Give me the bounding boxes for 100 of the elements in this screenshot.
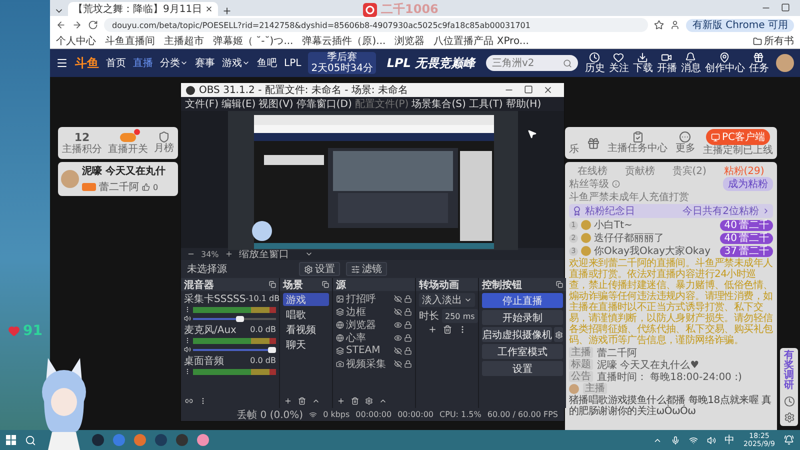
maximize-icon[interactable] (524, 85, 533, 94)
eye-off-icon[interactable] (394, 294, 402, 302)
trash-icon[interactable] (442, 325, 452, 334)
gear-button[interactable] (554, 327, 563, 342)
all-bookmarks-link[interactable]: 所有书 (753, 34, 794, 48)
bookmark-link[interactable]: 主播超市 (164, 34, 204, 48)
source-item[interactable]: 浏览器 (336, 319, 412, 330)
header-action[interactable]: 开播 (656, 52, 677, 74)
lock-icon[interactable] (404, 294, 412, 302)
kebab-icon[interactable] (184, 306, 191, 313)
header-action[interactable]: 消息 (680, 52, 701, 74)
lock-icon[interactable] (404, 320, 412, 328)
search-icon[interactable] (25, 434, 36, 446)
zoom-in-icon[interactable] (224, 250, 233, 258)
bookmark-link[interactable]: 弹幕云插件（原)... (302, 34, 386, 48)
eye-off-icon[interactable] (394, 308, 402, 316)
up-icon[interactable] (379, 397, 387, 405)
input-method[interactable]: 中 (724, 433, 735, 447)
address-field[interactable]: douyu.com/beta/topic/POESELL?rid=2142758&dyshid=85606b8-4907930ac5025c9fa18c85ab00031701 (104, 18, 648, 32)
search-field[interactable]: 三角洲v2 (486, 55, 578, 71)
scene-item[interactable]: 看视频 (283, 323, 329, 336)
nav-link[interactable]: 直播 (133, 56, 153, 70)
source-item[interactable]: 打招呼 (336, 293, 412, 304)
slider-thumb[interactable] (236, 316, 244, 322)
bookmark-link[interactable]: 八位置播产品 XPro... (434, 34, 529, 48)
nav-link[interactable]: 首页 (106, 56, 126, 70)
control-button[interactable]: 停止直播 (482, 293, 563, 308)
gift-icon[interactable] (586, 136, 600, 150)
app-icon[interactable] (92, 434, 104, 446)
toolbar-button[interactable]: 滤镜 (346, 262, 387, 276)
header-action[interactable]: 任务 (748, 52, 769, 74)
menu-item[interactable]: 编辑(E) (222, 97, 256, 111)
eye-off-icon[interactable] (394, 360, 402, 368)
speaker-icon[interactable] (706, 436, 716, 444)
close-icon[interactable] (205, 5, 214, 13)
bookmark-star-icon[interactable] (654, 20, 664, 30)
app-icon[interactable] (197, 434, 209, 446)
settings-icon[interactable] (784, 412, 794, 423)
bookmark-link[interactable]: 斗鱼直播间 (105, 34, 155, 48)
profile-icon[interactable] (670, 20, 680, 30)
bookmark-link[interactable]: 浏览器 (394, 34, 425, 48)
kebab-icon[interactable] (184, 337, 191, 344)
bookmark-link[interactable]: 弹幕姬（ ˘-˘)つ... (213, 34, 294, 48)
menu-item[interactable]: 工具(T) (468, 97, 503, 111)
site-logo[interactable]: 斗鱼 (75, 54, 99, 72)
menu-item[interactable]: 帮助(H) (506, 97, 542, 111)
control-button[interactable]: 工作室模式 (482, 344, 563, 359)
close-icon[interactable] (543, 85, 553, 95)
nav-link[interactable]: 游戏 (222, 56, 250, 70)
network-icon[interactable] (688, 436, 698, 444)
add-icon[interactable] (428, 325, 436, 334)
menu-item[interactable]: 视图(V) (258, 97, 294, 111)
speaker-icon[interactable] (184, 315, 191, 322)
source-item[interactable]: 边框 (336, 306, 412, 317)
source-item[interactable]: 视频采集 (336, 358, 412, 369)
toolbar-button[interactable]: 设置 (299, 262, 340, 276)
menu-icon[interactable] (56, 57, 68, 69)
control-button[interactable]: 开始录制 (482, 310, 563, 325)
nav-link[interactable]: LPL (284, 58, 302, 68)
windows-start-icon[interactable] (6, 435, 16, 445)
menu-item[interactable]: 停靠窗口(D) (296, 97, 352, 111)
lock-icon[interactable] (404, 360, 412, 368)
eye-off-icon[interactable] (394, 346, 402, 354)
eye-icon[interactable] (394, 334, 402, 342)
pc-client-button[interactable]: PC客户端 (706, 129, 770, 145)
eye-icon[interactable] (394, 320, 402, 328)
stat-label[interactable]: 更多 (675, 143, 696, 155)
lock-icon[interactable] (404, 334, 412, 342)
kebab-icon[interactable] (184, 368, 191, 375)
nav-link[interactable]: 鱼吧 (257, 56, 277, 70)
scene-item[interactable]: 唱歌 (283, 308, 329, 321)
header-action[interactable]: 创作中心 (704, 52, 745, 74)
nav-link[interactable]: 分类 (160, 56, 188, 70)
header-action[interactable]: 下载 (632, 52, 653, 74)
transition-select[interactable]: 淡入淡出 (419, 293, 475, 307)
control-button[interactable]: 启动虚拟摄像机 (482, 327, 552, 342)
join-fan-button[interactable]: 成为粘粉 (723, 177, 773, 191)
back-icon[interactable] (56, 20, 66, 30)
link-icon[interactable] (185, 397, 193, 405)
menu-item[interactable]: 场景集合(S) (412, 97, 466, 111)
avatar-circle[interactable] (776, 54, 794, 72)
source-item[interactable]: 心率 (336, 332, 412, 343)
anniversary-bar[interactable]: 粘粉纪念日 今日共有2位粘粉 (569, 204, 773, 218)
up-icon[interactable] (312, 397, 320, 405)
popout-icon[interactable] (556, 281, 563, 288)
new-tab-icon[interactable] (222, 6, 232, 16)
trash-icon[interactable] (298, 397, 306, 405)
maximize-icon[interactable] (781, 3, 790, 12)
add-icon[interactable] (337, 397, 345, 405)
update-button[interactable]: 有新版 Chrome 可用 (686, 18, 794, 32)
stat-label[interactable]: 主播任务中心 (608, 143, 668, 155)
source-item[interactable]: STEAM (336, 345, 412, 356)
lock-icon[interactable] (404, 308, 412, 316)
forward-icon[interactable] (72, 20, 82, 30)
menu-item[interactable]: 文件(F) (185, 97, 219, 111)
control-button[interactable]: 设置 (482, 361, 563, 376)
scene-item[interactable]: 聊天 (283, 338, 329, 351)
scene-item[interactable]: 游戏 (283, 293, 329, 306)
reload-icon[interactable] (88, 20, 98, 30)
microphone-icon[interactable] (670, 436, 680, 444)
